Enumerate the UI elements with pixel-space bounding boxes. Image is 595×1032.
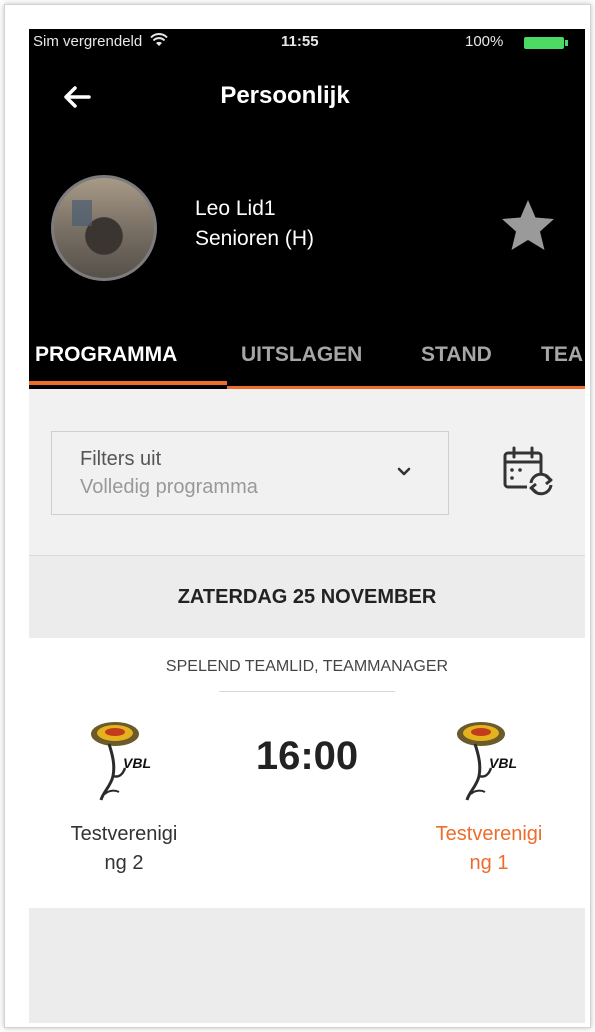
away-logo-text: VBL xyxy=(489,755,517,771)
match-roles: SPELEND TEAMLID, TEAMMANAGER xyxy=(165,658,449,675)
filter-value: Volledig programma xyxy=(80,476,258,498)
status-bar: Sim vergrendeld 11:55 100% xyxy=(29,29,585,57)
tab-bar-border xyxy=(227,386,585,389)
tab-stand[interactable]: STAND xyxy=(421,343,492,367)
tab-uitslagen[interactable]: UITSLAGEN xyxy=(241,343,362,367)
tab-team[interactable]: TEA xyxy=(541,343,583,367)
app-screen: Sim vergrendeld 11:55 100% Persoonlijk L… xyxy=(29,29,585,1023)
profile-name: Leo Lid1 xyxy=(195,197,276,220)
chevron-down-icon xyxy=(397,467,411,476)
calendar-sync-icon[interactable] xyxy=(499,443,559,503)
page-title: Persoonlijk xyxy=(29,82,585,110)
away-team-logo: VBL xyxy=(457,722,517,801)
empty-list-area xyxy=(29,908,585,1023)
favorite-star-icon[interactable] xyxy=(499,197,557,255)
carrier-label: Sim vergrendeld xyxy=(33,33,143,50)
battery-tip xyxy=(565,40,568,46)
battery-percent: 100% xyxy=(465,33,504,50)
tab-programma[interactable]: PROGRAMMA xyxy=(35,343,177,367)
carrier-status: Sim vergrendeld xyxy=(33,33,169,50)
date-header: ZATERDAG 25 NOVEMBER xyxy=(29,556,585,638)
role-divider xyxy=(219,691,395,692)
wifi-icon xyxy=(150,33,169,46)
status-time: 11:55 xyxy=(281,33,319,50)
home-team-name: Testverenigi ng 2 xyxy=(70,823,178,874)
filter-dropdown[interactable]: Filters uit Volledig programma xyxy=(51,431,449,515)
app-header: Sim vergrendeld 11:55 100% Persoonlijk L… xyxy=(29,29,585,389)
away-team-name: Testverenigi ng 1 xyxy=(435,823,543,874)
filter-label: Filters uit xyxy=(80,448,162,470)
battery-icon xyxy=(524,37,564,49)
active-tab-indicator xyxy=(29,381,227,385)
profile-team: Senioren (H) xyxy=(195,227,315,250)
avatar xyxy=(51,175,157,281)
page-title-text: Persoonlijk xyxy=(220,82,350,109)
match-card[interactable]: SPELEND TEAMLID, TEAMMANAGER VBL 16:00 V… xyxy=(29,638,585,908)
screenshot-frame: Sim vergrendeld 11:55 100% Persoonlijk L… xyxy=(4,4,591,1028)
